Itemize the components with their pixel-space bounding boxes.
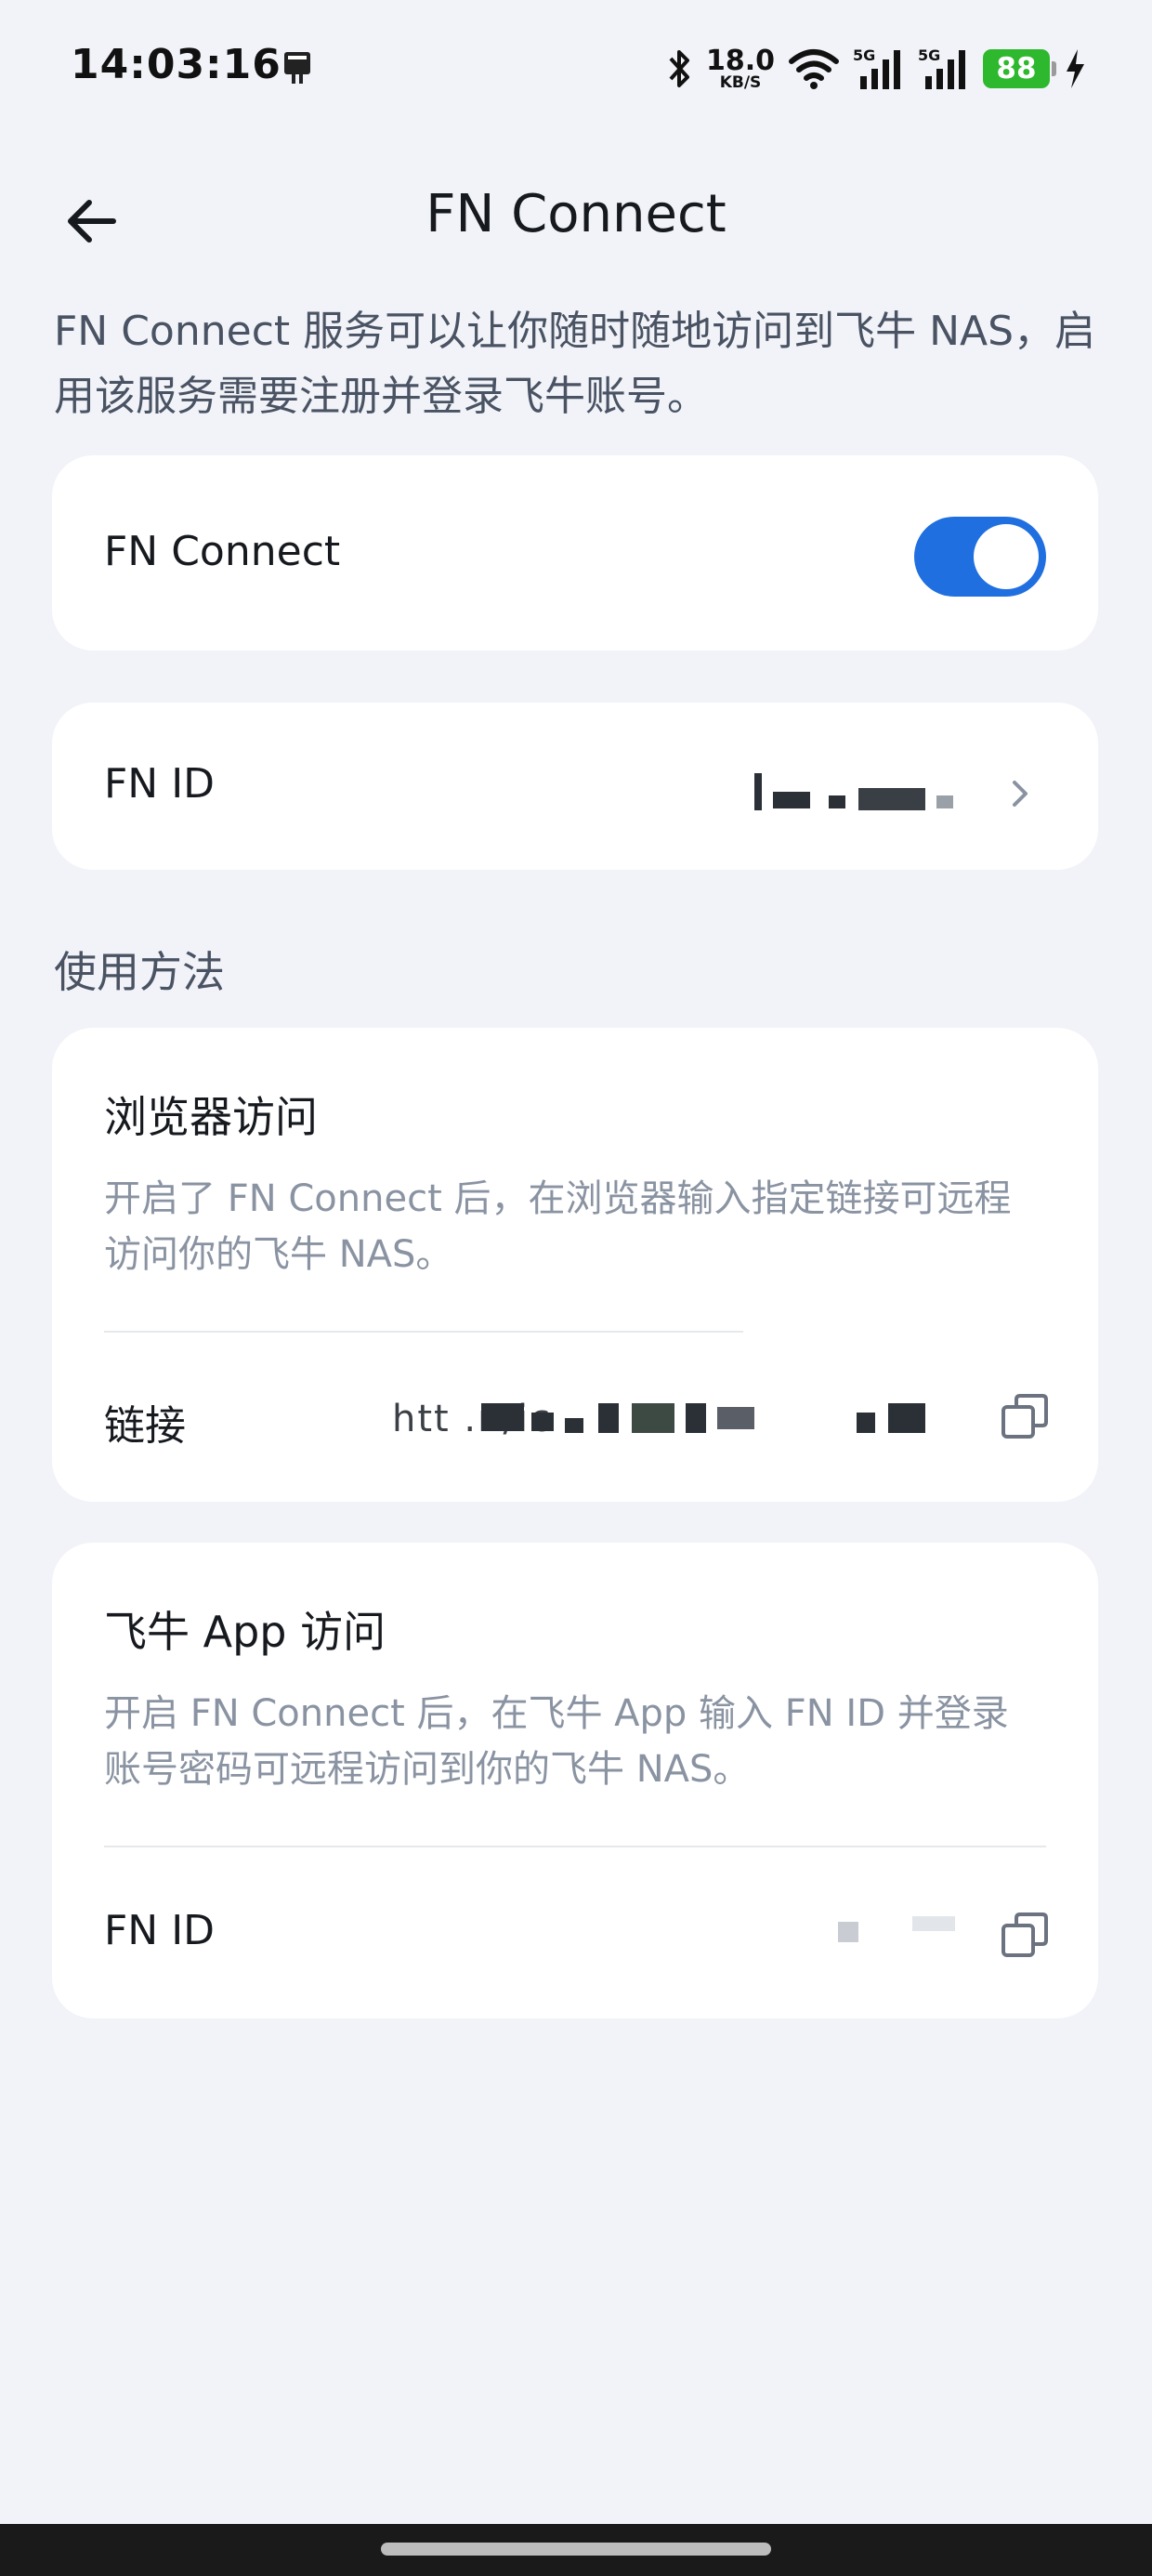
fn-id-row[interactable]: FN ID: [52, 703, 1098, 870]
app-fn-id-value-redacted[interactable]: [819, 1909, 959, 1946]
app-access-title: 飞牛 App 访问: [104, 1607, 386, 1657]
link-visible-fragment: htt .n/ic: [392, 1398, 553, 1440]
status-icons: 18.0 KB/S 5G 5G 88: [667, 41, 1087, 97]
copy-icon[interactable]: [1000, 1911, 1050, 1961]
connect-toggle-label: FN Connect: [104, 528, 341, 575]
wifi-icon: [789, 49, 839, 89]
app-notification-icon: [284, 52, 310, 84]
charging-bolt-icon: [1067, 49, 1084, 88]
battery-icon: 88: [983, 49, 1056, 88]
signal-1-label: 5G: [853, 46, 875, 64]
toggle-knob: [974, 524, 1039, 589]
connect-toggle-switch[interactable]: [914, 517, 1046, 597]
fn-id-value-redacted: [754, 773, 968, 810]
browser-access-title: 浏览器访问: [104, 1092, 318, 1142]
page-title: FN Connect: [425, 184, 727, 244]
cellular-signal-icon: 5G: [918, 46, 965, 89]
bluetooth-icon: [669, 50, 689, 87]
browser-access-card: 浏览器访问 开启了 FN Connect 后，在浏览器输入指定链接可远程访问你的…: [52, 1028, 1098, 1502]
status-time: 14:03:16: [71, 41, 281, 88]
connect-toggle-card: FN Connect: [52, 455, 1098, 651]
intro-description: FN Connect 服务可以让你随时随地访问到飞牛 NAS，启用该服务需要注册…: [54, 308, 1096, 420]
signal-2-label: 5G: [918, 46, 940, 64]
network-speed-value: 18.0: [705, 44, 775, 77]
divider: [104, 1846, 1046, 1847]
status-bar: 14:03:16 18.0 KB/S 5G 5G 88: [0, 0, 1152, 139]
home-gesture-handle[interactable]: [381, 2543, 771, 2556]
app-fn-id-label: FN ID: [104, 1907, 216, 1954]
link-label: 链接: [104, 1402, 186, 1450]
cellular-signal-icon: 5G: [853, 46, 900, 89]
app-access-card: 飞牛 App 访问 开启 FN Connect 后，在飞牛 App 输入 FN …: [52, 1543, 1098, 2018]
network-speed-unit: KB/S: [719, 72, 762, 92]
network-speed: 18.0 KB/S: [705, 44, 775, 92]
app-access-description: 开启 FN Connect 后，在飞牛 App 输入 FN ID 并登录账号密码…: [104, 1692, 1009, 1791]
battery-level: 88: [996, 52, 1037, 85]
chevron-right-icon: [1013, 781, 1028, 807]
browser-access-description: 开启了 FN Connect 后，在浏览器输入指定链接可远程访问你的飞牛 NAS…: [104, 1177, 1012, 1276]
link-value-redacted[interactable]: htt .n/ic: [392, 1390, 987, 1446]
copy-icon[interactable]: [1000, 1392, 1050, 1442]
divider: [104, 1331, 743, 1333]
fn-id-label: FN ID: [104, 760, 216, 808]
page-header: FN Connect: [0, 167, 1152, 260]
usage-section-title: 使用方法: [54, 947, 225, 997]
system-navigation-bar: [0, 2524, 1152, 2576]
